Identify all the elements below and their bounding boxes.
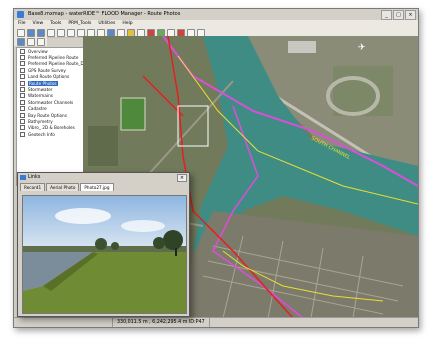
coordinate-readout: 330,011.5 m , 6,242,295.4 m ID:P47	[113, 318, 210, 327]
route-photo	[22, 195, 187, 314]
print-icon[interactable]	[47, 28, 55, 37]
layer-checkbox[interactable]	[20, 125, 25, 131]
tree	[111, 242, 119, 250]
maximize-button[interactable]: □	[393, 10, 404, 20]
airfield-grass	[333, 66, 393, 116]
links-popup: Links × Record1 Aerial Photo Photo27.jpg	[17, 172, 190, 317]
layer-checkbox[interactable]	[20, 74, 25, 80]
layer-item[interactable]: Geotech Info	[17, 131, 83, 137]
add-layer-icon[interactable]	[17, 37, 25, 46]
status-bar: 330,011.5 m , 6,242,295.4 m ID:P47	[14, 317, 418, 327]
popup-icon	[20, 175, 26, 180]
app-icon	[17, 11, 24, 18]
layer-checkbox[interactable]	[20, 99, 25, 105]
person-figure	[175, 248, 177, 256]
window-controls: _ □ ×	[381, 10, 416, 20]
layer-checkbox[interactable]	[20, 55, 25, 61]
layer-checkbox[interactable]	[20, 118, 25, 124]
popup-close-button[interactable]: ×	[177, 174, 187, 182]
popup-title: Links	[28, 175, 41, 180]
layer-checkbox[interactable]	[20, 106, 25, 112]
menu-help[interactable]: Help	[122, 20, 132, 28]
layer-checkbox[interactable]	[20, 112, 25, 118]
print-preview-icon[interactable]	[57, 28, 65, 37]
tab-photo[interactable]: Photo27.jpg	[80, 183, 114, 191]
hangar	[288, 41, 316, 53]
airplane-icon: ✈	[358, 43, 366, 53]
menu-file[interactable]: File	[18, 20, 26, 28]
park-area	[88, 126, 118, 166]
tree	[153, 237, 165, 249]
title-bar: Base8.mxmap - waterRIDE™ FLOOD Manager -…	[14, 9, 418, 20]
save-icon[interactable]	[37, 28, 45, 37]
tab-aerial-photo[interactable]: Aerial Photo	[46, 183, 80, 191]
layer-checkbox[interactable]	[20, 131, 25, 137]
layer-properties-icon[interactable]	[27, 37, 35, 46]
new-file-icon[interactable]	[17, 28, 25, 37]
layer-up-icon[interactable]	[37, 37, 45, 46]
layer-checkbox[interactable]	[20, 93, 25, 99]
status-cell-blank	[14, 318, 113, 327]
popup-title-bar: Links ×	[18, 173, 189, 182]
layer-checkbox[interactable]	[20, 80, 25, 86]
layer-checkbox[interactable]	[20, 48, 25, 54]
photo-image	[23, 196, 186, 313]
popup-tabs: Record1 Aerial Photo Photo27.jpg	[18, 182, 189, 191]
menu-utilities[interactable]: Utilities	[98, 20, 115, 28]
menu-tools[interactable]: Tools	[50, 20, 61, 28]
open-folder-icon[interactable]	[27, 28, 35, 37]
layer-checkbox[interactable]	[20, 67, 25, 73]
menu-prm-tools[interactable]: PRM_Tools	[68, 20, 91, 28]
pointer-icon[interactable]	[67, 28, 75, 37]
layer-panel: Overview Preferred Pipeline Route Prefer…	[16, 47, 89, 186]
window-title: Base8.mxmap - waterRIDE™ FLOOD Manager -…	[28, 11, 181, 17]
layer-checkbox[interactable]	[20, 61, 25, 67]
layer-checkbox[interactable]	[20, 87, 25, 93]
menu-view[interactable]: View	[33, 20, 44, 28]
tree	[163, 230, 183, 250]
minimize-button[interactable]: _	[381, 10, 392, 20]
menu-bar: File View Tools PRM_Tools Utilities Help	[14, 20, 418, 28]
tab-record[interactable]: Record1	[20, 183, 46, 191]
cloud	[55, 208, 111, 224]
layer-toolbar	[14, 37, 47, 46]
tree	[95, 238, 107, 250]
sports-field	[120, 97, 146, 131]
cloud	[121, 220, 165, 232]
close-button[interactable]: ×	[405, 10, 416, 20]
